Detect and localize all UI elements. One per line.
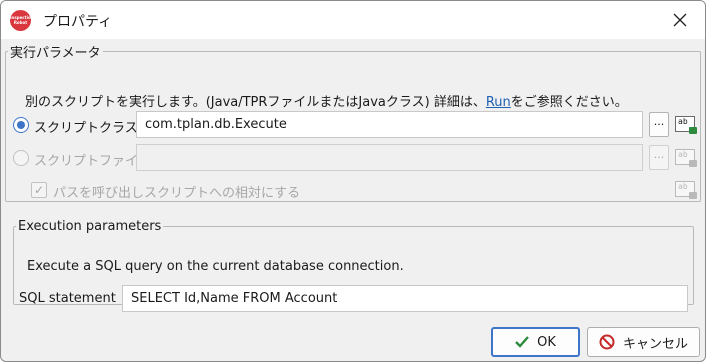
bind-icon-text: ab — [678, 117, 688, 126]
script-parameters-group: Execution parameters Execute a SQL query… — [13, 219, 694, 312]
bind-icon-text: ab — [678, 182, 688, 191]
relative-path-checkbox[interactable]: ✓ — [31, 182, 47, 198]
title-bar: Inspection Robot プロパティ — [1, 1, 705, 39]
script-class-variable-icon[interactable]: ab — [675, 116, 697, 134]
lock-icon — [689, 192, 697, 199]
check-icon — [515, 336, 530, 348]
relative-path-label[interactable]: パスを呼び出しスクリプトへの相対にする — [53, 182, 300, 201]
script-file-browse-button[interactable]: ... — [649, 145, 669, 170]
ok-label: OK — [537, 334, 556, 350]
script-file-radio[interactable] — [13, 150, 29, 166]
close-icon — [673, 13, 687, 27]
bind-icon-text: ab — [678, 150, 688, 159]
description-prefix: 別のスクリプトを実行します。(Java/TPRファイルまたはJavaクラス) 詳… — [25, 95, 486, 110]
lock-icon — [689, 160, 697, 167]
script-file-variable-icon[interactable]: ab — [675, 149, 697, 167]
description-text: 別のスクリプトを実行します。(Java/TPRファイルまたはJavaクラス) 詳… — [25, 91, 628, 110]
script-file-label[interactable]: スクリプトファイル — [34, 150, 151, 169]
prohibit-icon — [599, 334, 615, 350]
script-class-input[interactable]: com.tplan.db.Execute — [136, 111, 643, 138]
app-logo: Inspection Robot — [10, 10, 31, 31]
script-class-label[interactable]: スクリプトクラス — [34, 117, 138, 136]
params-description: Execute a SQL query on the current datab… — [27, 259, 404, 274]
sql-statement-input[interactable]: SELECT Id,Name FROM Account — [122, 285, 688, 312]
group-legend: Execution parameters — [18, 219, 162, 234]
dialog-content: 実行パラメータ 別のスクリプトを実行します。(Java/TPRファイルまたはJa… — [1, 39, 705, 323]
relative-path-variable-icon[interactable]: ab — [675, 181, 697, 199]
description-suffix: をご参照ください。 — [510, 95, 628, 110]
sql-statement-label: SQL statement — [19, 291, 116, 306]
run-help-link[interactable]: Run — [486, 95, 511, 110]
window-title: プロパティ — [43, 14, 113, 30]
script-file-input[interactable] — [136, 144, 643, 171]
cancel-button[interactable]: キャンセル — [587, 327, 700, 357]
properties-dialog: Inspection Robot プロパティ 実行パラメータ 別のスクリプトを実… — [0, 0, 706, 362]
ok-button[interactable]: OK — [491, 327, 580, 357]
close-button[interactable] — [659, 3, 701, 37]
execution-parameters-group: 実行パラメータ 別のスクリプトを実行します。(Java/TPRファイルまたはJa… — [5, 42, 701, 202]
script-class-browse-button[interactable]: ... — [649, 112, 669, 137]
lock-icon — [689, 127, 697, 134]
group-legend: 実行パラメータ — [10, 46, 101, 61]
cancel-label: キャンセル — [622, 336, 688, 352]
script-class-radio[interactable] — [13, 117, 29, 133]
